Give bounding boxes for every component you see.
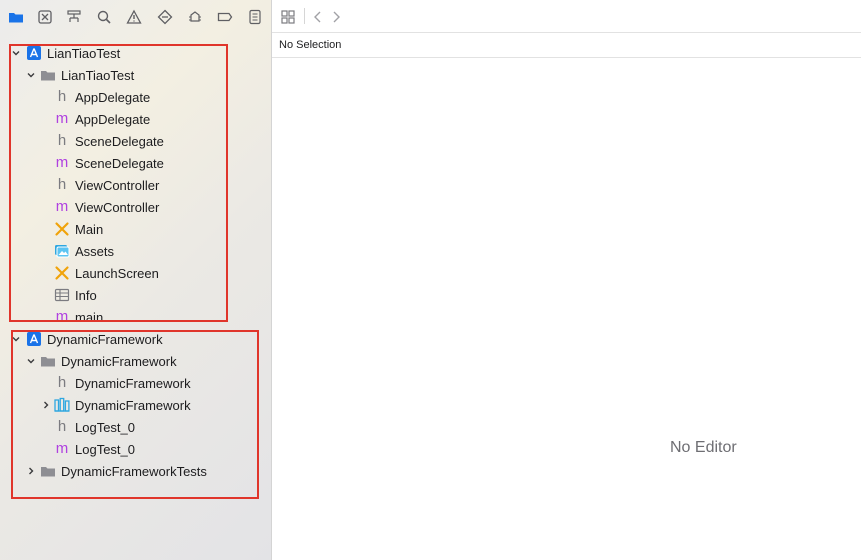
no-editor-placeholder: No Editor	[670, 439, 737, 456]
find-icon[interactable]	[96, 9, 112, 25]
back-arrow-icon[interactable]	[310, 9, 326, 25]
debug-icon[interactable]	[187, 9, 203, 25]
test-icon[interactable]	[157, 9, 173, 25]
highlight-box	[9, 44, 228, 322]
highlight-box	[11, 330, 259, 499]
project-navigator: LianTiaoTest LianTiaoTest h AppDelegate …	[0, 0, 272, 560]
project-navigator-icon[interactable]	[8, 9, 24, 25]
jump-bar-text: No Selection	[279, 39, 342, 51]
navigator-toolbar	[0, 0, 271, 34]
symbol-navigator-icon[interactable]	[66, 9, 82, 25]
grid-icon[interactable]	[280, 9, 296, 25]
editor-toolbar	[272, 0, 861, 33]
issue-icon[interactable]	[126, 9, 142, 25]
source-control-icon[interactable]	[37, 9, 53, 25]
report-icon[interactable]	[247, 9, 263, 25]
toolbar-divider	[304, 8, 305, 24]
jump-bar[interactable]: No Selection	[272, 33, 861, 58]
breakpoint-icon[interactable]	[217, 9, 233, 25]
forward-arrow-icon[interactable]	[328, 9, 344, 25]
